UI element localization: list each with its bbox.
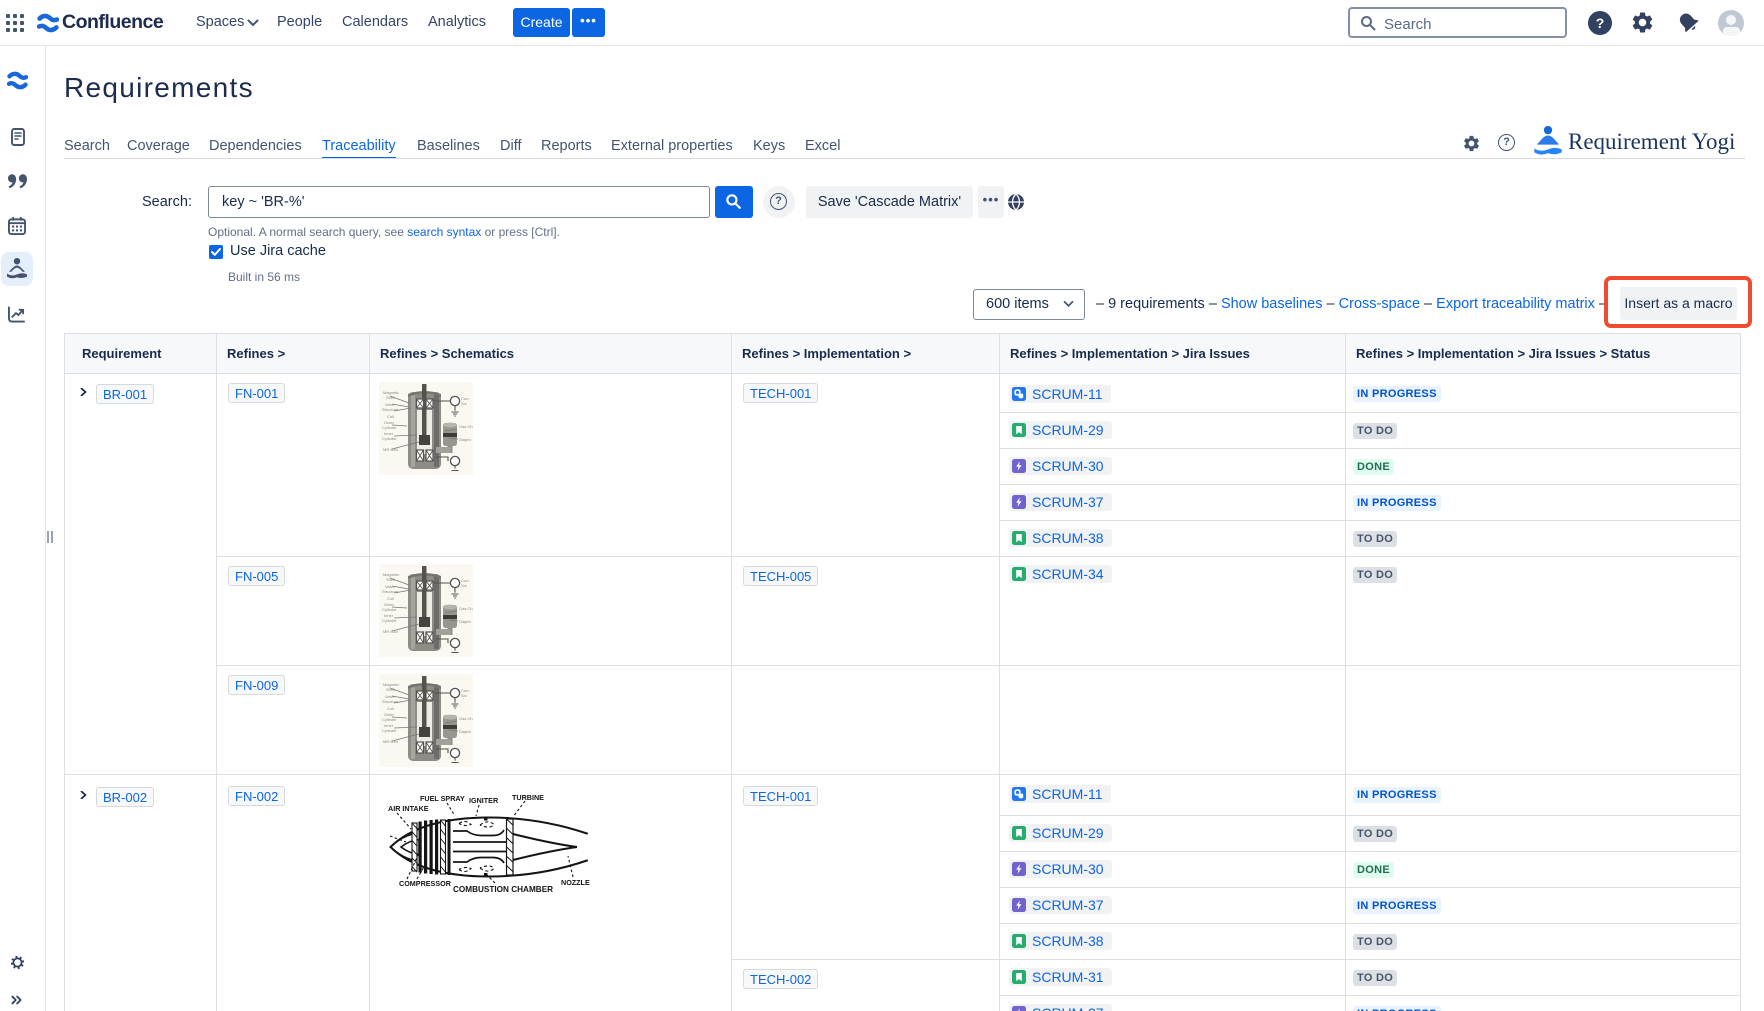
svg-text:Coil: Coil xyxy=(387,414,394,419)
svg-text:Cylinder: Cylinder xyxy=(382,618,397,623)
svg-text:Diaphr.: Diaphr. xyxy=(459,437,472,442)
svg-text:Src: Src xyxy=(461,401,467,406)
svg-text:Shell: Shell xyxy=(386,395,395,400)
svg-text:Gas Ch.: Gas Ch. xyxy=(459,424,473,429)
svg-text:Shell: Shell xyxy=(386,687,395,692)
svg-text:MR fluid: MR fluid xyxy=(383,739,398,744)
svg-text:Src: Src xyxy=(461,583,467,588)
svg-text:Structure: Structure xyxy=(382,589,399,594)
svg-text:Coil: Coil xyxy=(387,596,394,601)
svg-text:Diaphr.: Diaphr. xyxy=(459,619,472,624)
svg-text:TURBINE: TURBINE xyxy=(512,793,544,802)
svg-text:COMPRESSOR: COMPRESSOR xyxy=(399,879,452,888)
svg-text:AIR INTAKE: AIR INTAKE xyxy=(388,804,429,813)
svg-text:Diaphr.: Diaphr. xyxy=(459,729,472,734)
svg-text:MR fluid: MR fluid xyxy=(383,447,398,452)
svg-text:Src: Src xyxy=(461,693,467,698)
svg-text:Cylinder: Cylinder xyxy=(382,717,397,722)
svg-text:Gas Ch.: Gas Ch. xyxy=(459,606,473,611)
svg-text:Gas Ch.: Gas Ch. xyxy=(459,716,473,721)
svg-text:Cylinder: Cylinder xyxy=(382,607,397,612)
svg-text:Coil: Coil xyxy=(387,706,394,711)
svg-text:FUEL SPRAY: FUEL SPRAY xyxy=(420,794,465,803)
svg-text:NOZZLE: NOZZLE xyxy=(561,878,590,887)
svg-text:COMBUSTION CHAMBER: COMBUSTION CHAMBER xyxy=(453,885,553,894)
svg-text:Cylinder: Cylinder xyxy=(382,436,397,441)
svg-text:IGNITER: IGNITER xyxy=(469,796,499,805)
svg-text:Cylinder: Cylinder xyxy=(382,728,397,733)
svg-text:Shell: Shell xyxy=(386,577,395,582)
svg-text:Structure: Structure xyxy=(382,699,399,704)
svg-text:MR fluid: MR fluid xyxy=(383,629,398,634)
svg-text:Structure: Structure xyxy=(382,407,399,412)
svg-text:Cylinder: Cylinder xyxy=(382,425,397,430)
